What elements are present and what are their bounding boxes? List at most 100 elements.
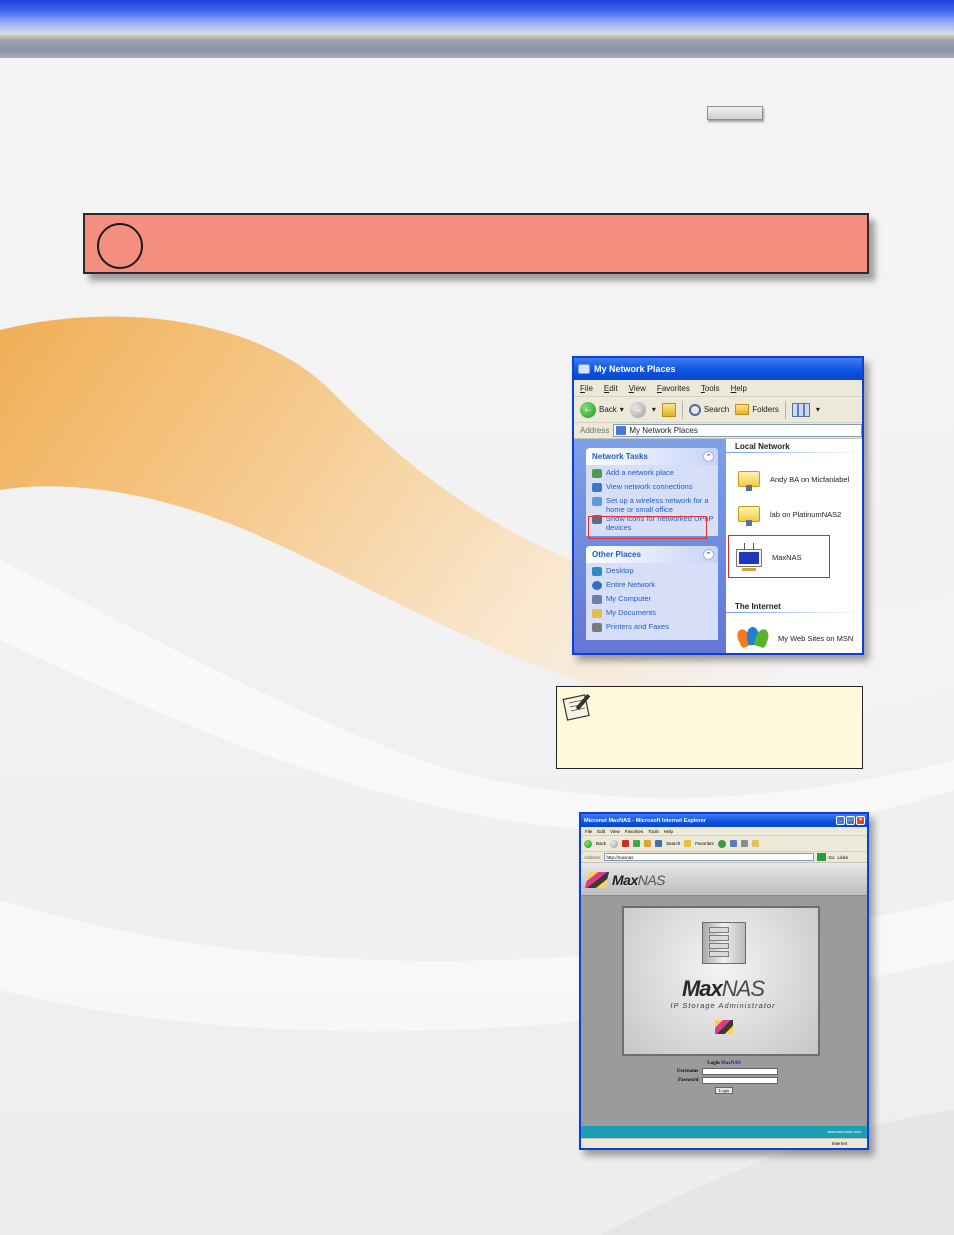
password-label: Password <box>677 1078 699 1083</box>
page-footer: www.micronet.com <box>581 1126 867 1138</box>
ie-menu-favorites[interactable]: Favorites <box>625 829 644 834</box>
menu-help[interactable]: Help <box>731 384 747 393</box>
share-item-andy[interactable]: Andy BA on Micfanlabel <box>738 467 849 491</box>
local-network-heading: Local Network <box>735 442 790 451</box>
task-add-network-place[interactable]: Add a network place <box>592 468 714 482</box>
network-tasks-header[interactable]: Network Tasks ⌃ <box>586 448 718 465</box>
ie-search-label: Search <box>666 841 681 846</box>
address-input[interactable]: My Network Places <box>613 424 862 437</box>
logo-nas-text: NAS <box>637 871 666 888</box>
ie-menu-edit[interactable]: Edit <box>597 829 605 834</box>
task-view-connections[interactable]: View network connections <box>592 482 714 496</box>
username-label: Username <box>676 1069 699 1074</box>
ie-menu-file[interactable]: File <box>585 829 592 834</box>
network-tasks-title: Network Tasks <box>592 452 648 461</box>
maxnas-subtitle: IP Storage Administrator <box>670 1001 776 1010</box>
place-entire-network[interactable]: Entire Network <box>592 580 714 594</box>
dropdown-arrow-icon[interactable]: ▾ <box>816 405 820 414</box>
back-arrow-icon: ← <box>580 401 596 418</box>
place-label: Printers and Faxes <box>606 622 669 631</box>
globe-icon <box>592 581 602 590</box>
content-pane: Local Network Andy BA on Micfanlabel lab… <box>726 439 862 653</box>
go-button-icon[interactable] <box>816 853 826 861</box>
back-button[interactable]: ← Back ▾ <box>580 401 624 418</box>
place-desktop[interactable]: Desktop <box>592 566 714 580</box>
close-icon[interactable]: × <box>856 816 865 825</box>
collapse-chevron-icon[interactable]: ⌃ <box>703 451 714 462</box>
dropdown-arrow-icon[interactable]: ▾ <box>652 405 656 414</box>
ie-title-bar[interactable]: Micronet MaxNAS - Microsoft Internet Exp… <box>581 814 867 827</box>
place-label: Entire Network <box>606 580 656 589</box>
ie-menu-help[interactable]: Help <box>664 829 673 834</box>
edit-icon[interactable] <box>751 840 759 847</box>
menu-edit[interactable]: Edit <box>604 384 618 393</box>
login-button[interactable]: Login <box>715 1087 733 1094</box>
ie-menu-view[interactable]: View <box>610 829 620 834</box>
login-form: Login MaxNAS Username Password Login <box>581 1061 867 1094</box>
place-label: Desktop <box>606 566 634 575</box>
ie-address-input[interactable]: http://maxnas <box>603 853 814 861</box>
toolbar: ← Back ▾ → ▾ Search Folders ▾ <box>574 397 862 423</box>
search-button[interactable]: Search <box>688 403 729 416</box>
collapse-chevron-icon[interactable]: ⌃ <box>703 549 714 560</box>
menu-file[interactable]: File <box>580 384 593 393</box>
password-input[interactable] <box>701 1077 778 1084</box>
views-icon[interactable] <box>791 402 810 417</box>
msn-sites-item[interactable]: My Web Sites on MSN <box>734 625 853 651</box>
back-arrow-icon[interactable] <box>584 839 592 848</box>
place-printers[interactable]: Printers and Faxes <box>592 622 714 636</box>
ie-favorites-label: Favorites <box>695 841 714 846</box>
share-label: lab on PlatinumNAS2 <box>770 509 842 519</box>
home-icon[interactable] <box>644 840 652 847</box>
search-icon[interactable] <box>655 840 663 847</box>
place-label: My Documents <box>606 608 657 617</box>
other-places-title: Other Places <box>592 550 641 559</box>
group-divider <box>726 612 862 613</box>
ie-links-label[interactable]: Links <box>838 855 849 860</box>
menu-view[interactable]: View <box>629 384 646 393</box>
share-label: Andy BA on Micfanlabel <box>770 474 850 484</box>
other-places-header[interactable]: Other Places ⌃ <box>586 546 718 563</box>
place-my-computer[interactable]: My Computer <box>592 594 714 608</box>
window-title: My Network Places <box>594 364 676 374</box>
up-folder-icon[interactable] <box>661 402 676 417</box>
task-wireless-setup[interactable]: Set up a wireless network for a home or … <box>592 496 714 514</box>
maxnas-header-logo: MaxNAS <box>612 871 666 888</box>
folders-label: Folders <box>752 405 779 414</box>
ie-toolbar: Back Search Favorites <box>581 836 867 852</box>
task-label: View network connections <box>606 482 693 491</box>
network-places-icon <box>616 426 627 435</box>
username-input[interactable] <box>701 1068 778 1075</box>
ie-address-bar: Address http://maxnas Go Links <box>581 852 867 863</box>
maximize-icon[interactable]: □ <box>846 816 855 825</box>
maxnas-splash-panel: MaxNAS IP Storage Administrator <box>622 906 820 1056</box>
login-title-link[interactable]: MaxNAS <box>721 1061 741 1066</box>
forward-button[interactable]: → <box>629 401 646 418</box>
history-icon[interactable] <box>717 839 726 848</box>
minimize-icon[interactable]: _ <box>836 816 845 825</box>
print-icon[interactable] <box>740 840 748 847</box>
window-title-bar[interactable]: My Network Places <box>574 358 862 380</box>
folders-button[interactable]: Folders <box>735 404 779 415</box>
place-my-documents[interactable]: My Documents <box>592 608 714 622</box>
ie-address-value: http://maxnas <box>606 854 634 860</box>
menu-tools[interactable]: Tools <box>701 384 720 393</box>
msn-butterfly-icon <box>734 625 771 651</box>
favorites-star-icon[interactable] <box>684 840 692 847</box>
toolbar-separator <box>681 400 683 419</box>
task-label: Set up a wireless network for a home or … <box>606 496 709 514</box>
micronet-logo-icon <box>715 1020 733 1034</box>
stop-icon[interactable] <box>622 840 630 847</box>
address-value: My Network Places <box>629 426 698 435</box>
maxnas-page-header: MaxNAS <box>581 864 867 896</box>
ie-menu-tools[interactable]: Tools <box>648 829 659 834</box>
share-item-lab[interactable]: lab on PlatinumNAS2 <box>738 502 841 526</box>
ie-go-label[interactable]: Go <box>829 855 835 860</box>
add-place-icon <box>592 469 602 478</box>
password-row: Password <box>581 1077 867 1084</box>
small-inline-button[interactable] <box>707 106 763 120</box>
forward-arrow-icon[interactable] <box>610 839 619 848</box>
refresh-icon[interactable] <box>633 840 641 847</box>
mail-icon[interactable] <box>729 840 737 847</box>
menu-favorites[interactable]: Favorites <box>657 384 690 393</box>
